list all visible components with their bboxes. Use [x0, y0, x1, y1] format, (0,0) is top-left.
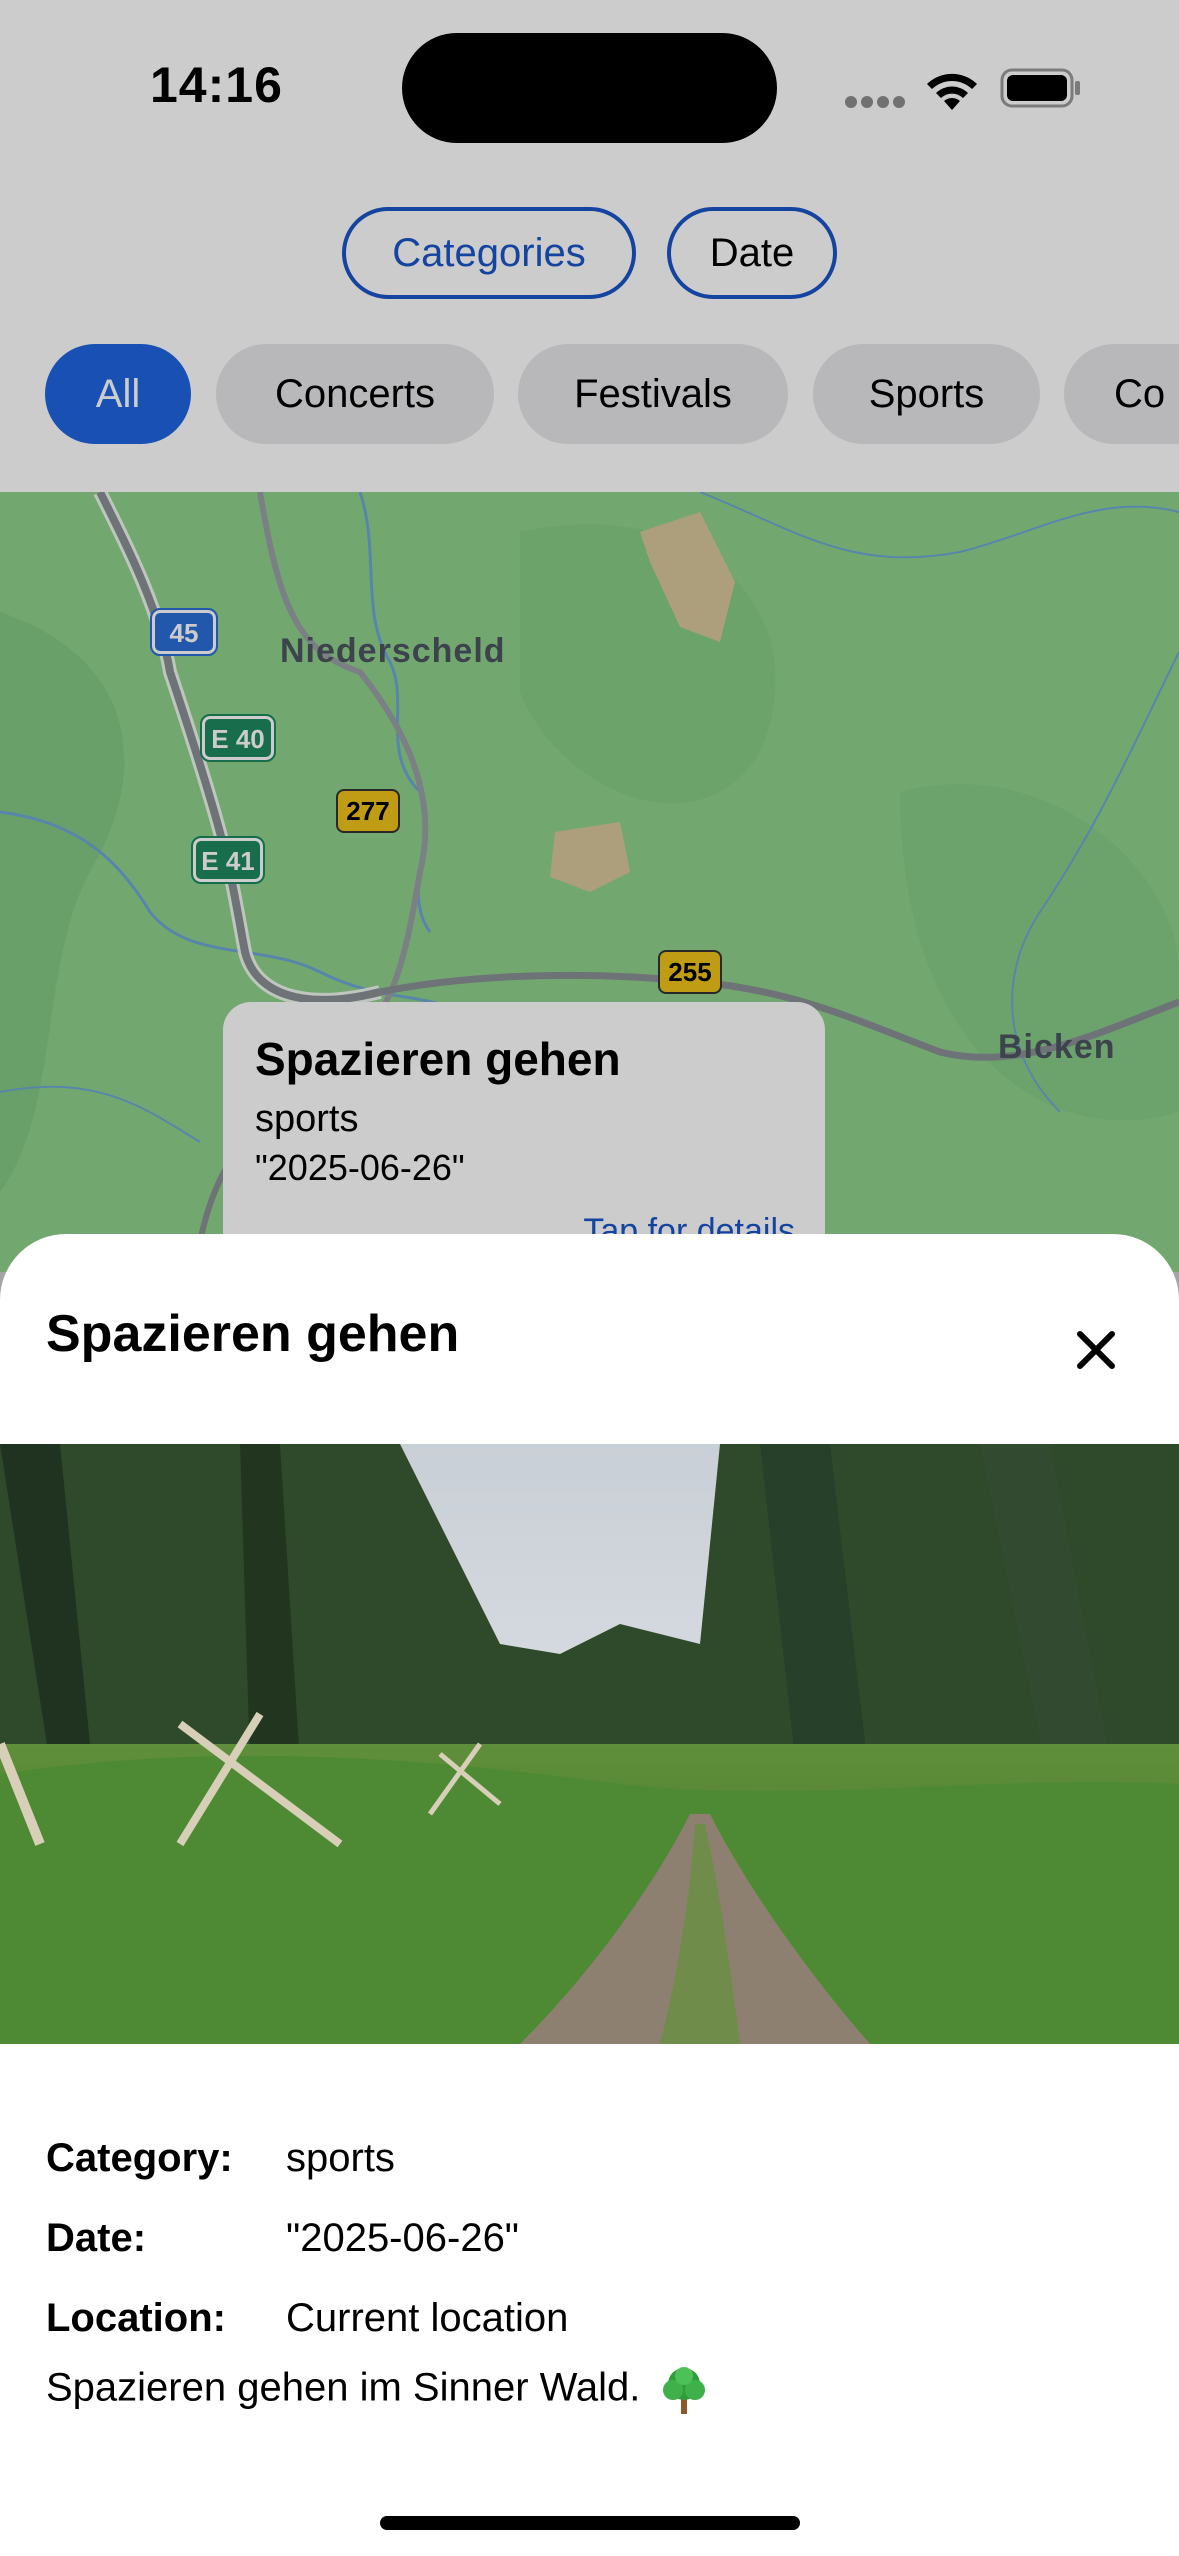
location-key: Location: [46, 2296, 226, 2340]
screen: 14:16 Categories Date All Concerts Festi… [0, 0, 1179, 2556]
sheet-title: Spazieren gehen [46, 1305, 460, 1363]
location-value: Current location [286, 2296, 569, 2340]
event-photo [0, 1444, 1179, 2044]
home-indicator [380, 2516, 800, 2530]
date-value: "2025-06-26" [286, 2216, 520, 2260]
category-value: sports [286, 2136, 395, 2180]
date-key: Date: [46, 2216, 147, 2260]
description-text: Spazieren gehen im Sinner Wald. [46, 2365, 641, 2410]
dim-overlay [0, 0, 1179, 1300]
tree-icon [662, 2367, 705, 2414]
details-sheet: Spazieren gehen Category: sports Date: "… [0, 1234, 1179, 2556]
close-icon[interactable] [1066, 1320, 1126, 1380]
category-key: Category: [46, 2136, 233, 2180]
description: Spazieren gehen im Sinner Wald. [46, 2364, 710, 2416]
